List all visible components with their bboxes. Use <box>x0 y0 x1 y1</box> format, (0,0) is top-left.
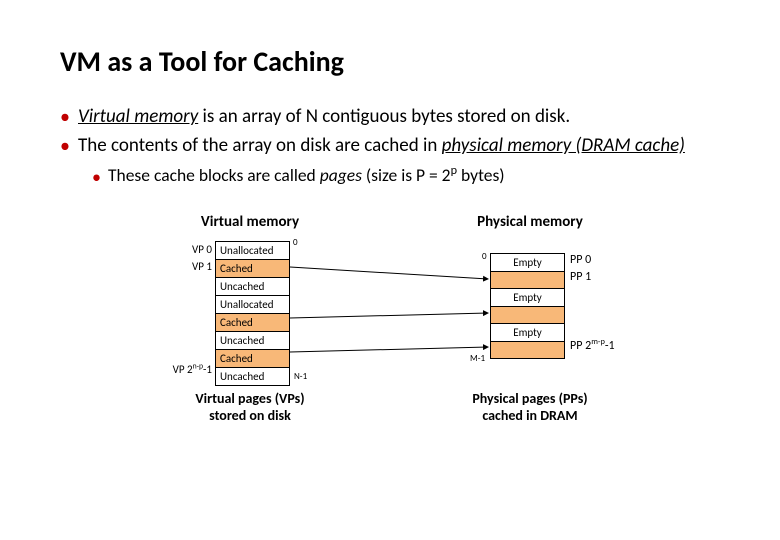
bullet-2: The contents of the array on disk are ca… <box>60 134 720 187</box>
vm-caption: Virtual pages (VPs) stored on disk <box>170 391 330 425</box>
vm-zero: 0 <box>293 237 298 248</box>
slide-title: VM as a Tool for Caching <box>60 44 720 79</box>
bullet-2-pre: The contents of the array on disk are ca… <box>78 134 442 157</box>
vm-row-1: Cached <box>216 260 290 278</box>
pm-m1: M-1 <box>470 353 485 364</box>
sub1-term: pages <box>320 164 362 186</box>
pplast-b: -1 <box>605 339 615 353</box>
vm-row-6: Cached <box>216 350 290 368</box>
pm-row-2: Empty <box>491 289 565 307</box>
pm-heading: Physical memory <box>460 213 600 231</box>
pm-caption-l1: Physical pages (PPs) <box>472 390 587 407</box>
pm-caption-l2: cached in DRAM <box>482 407 577 424</box>
pplast-sup: m-p <box>591 337 605 347</box>
pp1-label: PP 1 <box>570 270 630 284</box>
vm-row-4: Cached <box>216 314 290 332</box>
pm-row-4: Empty <box>491 324 565 342</box>
vp1-label: VP 1 <box>170 260 212 273</box>
vm-row-0: Unallocated <box>216 242 290 260</box>
vplast-label: VP 2n-p-1 <box>160 363 212 376</box>
pm-caption: Physical pages (PPs) cached in DRAM <box>450 391 610 425</box>
pplast-a: PP 2 <box>570 339 591 353</box>
vm-row-2: Uncached <box>216 278 290 296</box>
bullet-1-term: Virtual memory <box>78 105 198 128</box>
mapping-arrows <box>60 213 720 443</box>
sub1-post: (size is P = 2 <box>362 164 451 186</box>
slide-container: VM as a Tool for Caching Virtual memory … <box>0 0 780 443</box>
sub-bullet-list: These cache blocks are called pages (siz… <box>78 164 720 187</box>
vm-row-3: Unallocated <box>216 296 290 314</box>
vm-caption-l1: Virtual pages (VPs) <box>195 390 304 407</box>
vp0-label: VP 0 <box>170 243 212 256</box>
vm-n1: N-1 <box>294 371 307 382</box>
vm-row-5: Uncached <box>216 332 290 350</box>
bullet-1-rest: is an array of N contiguous bytes stored… <box>198 105 570 128</box>
vm-heading: Virtual memory <box>180 213 320 231</box>
vm-caption-l2: stored on disk <box>209 407 291 424</box>
pplast-label: PP 2m-p-1 <box>570 339 630 353</box>
pm-row-1 <box>491 272 565 289</box>
bullet-list: Virtual memory is an array of N contiguo… <box>60 105 720 187</box>
sub1-end: bytes) <box>457 164 505 186</box>
vm-row-7: Uncached <box>216 368 290 386</box>
pm-table: Empty Empty Empty <box>490 253 565 359</box>
vplast-a: VP 2 <box>173 363 193 376</box>
sub-bullet-1: These cache blocks are called pages (siz… <box>78 164 720 187</box>
vplast-b: -1 <box>203 363 212 376</box>
pm-row-3 <box>491 307 565 324</box>
bullet-1: Virtual memory is an array of N contiguo… <box>60 105 720 130</box>
vm-table: Unallocated Cached Uncached Unallocated … <box>215 241 290 386</box>
sub1-pre: These cache blocks are called <box>108 164 320 186</box>
pm-row-5 <box>491 342 565 359</box>
bullet-2-term: physical memory (DRAM cache) <box>442 134 685 157</box>
pm-zero: 0 <box>482 251 487 262</box>
pm-row-0: Empty <box>491 254 565 272</box>
vplast-sup: n-p <box>193 362 203 371</box>
pp0-label: PP 0 <box>570 253 630 267</box>
diagram: Virtual memory Physical memory VP 0 VP 1… <box>60 213 720 443</box>
